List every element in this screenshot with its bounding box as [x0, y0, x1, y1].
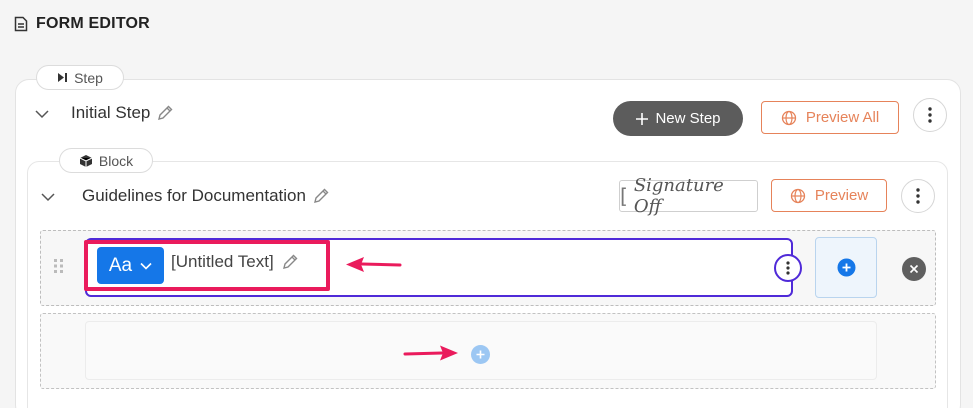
kebab-menu-icon [928, 107, 932, 123]
new-step-label: New Step [655, 110, 721, 127]
document-icon [14, 16, 28, 32]
step-tag: Step [36, 65, 124, 90]
preview-label: Preview [814, 187, 869, 204]
preview-all-button[interactable]: Preview All [761, 101, 899, 134]
block-tag-label: Block [98, 152, 134, 169]
new-step-button[interactable]: New Step [613, 101, 743, 136]
block-title-label: Guidelines for Documentation [82, 186, 306, 205]
step-forward-icon [58, 73, 68, 82]
block-collapse-chevron-icon[interactable] [40, 189, 56, 205]
kebab-menu-icon [786, 261, 790, 275]
signature-toggle[interactable]: [ Signature Off [619, 175, 758, 217]
signature-toggle-label: Signature Off [633, 175, 724, 217]
globe-icon [790, 188, 805, 203]
close-icon [909, 264, 919, 274]
plus-icon [636, 112, 649, 125]
annotation-arrow-right-icon [403, 345, 458, 361]
edit-pencil-icon[interactable] [156, 104, 174, 122]
field-more-menu-button[interactable] [774, 254, 802, 282]
kebab-menu-icon [916, 188, 920, 204]
block-tag: Block [59, 148, 153, 173]
cube-icon [79, 154, 93, 167]
globe-icon [781, 110, 796, 125]
step-title: Initial Step [71, 103, 174, 123]
annotation-highlight-box [84, 240, 330, 291]
plus-icon [476, 350, 485, 359]
block-title: Guidelines for Documentation [82, 186, 330, 206]
block-more-menu-button[interactable] [901, 179, 935, 213]
annotation-arrow-left-icon [346, 257, 402, 272]
step-title-label: Initial Step [71, 103, 151, 122]
edit-pencil-icon[interactable] [312, 187, 330, 205]
preview-all-label: Preview All [805, 109, 880, 126]
remove-field-button[interactable] [902, 257, 926, 281]
preview-button[interactable]: Preview [771, 179, 887, 212]
step-collapse-chevron-icon[interactable] [34, 106, 50, 122]
drag-handle-icon[interactable] [53, 258, 65, 274]
step-more-menu-button[interactable] [913, 98, 947, 132]
add-column-button[interactable] [815, 237, 877, 298]
page-title: FORM EDITOR [36, 15, 150, 32]
step-tag-label: Step [74, 69, 103, 86]
plus-circle-icon [837, 258, 855, 277]
form-editor-header: FORM EDITOR [14, 15, 150, 33]
toggle-bracket-icon: [ [620, 184, 628, 208]
add-field-button[interactable] [471, 345, 490, 364]
